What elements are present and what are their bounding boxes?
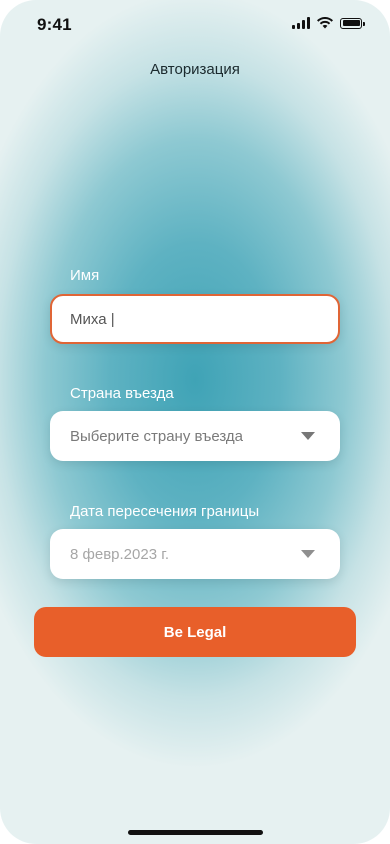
status-icons [292,17,365,29]
name-label: Имя [70,267,100,284]
be-legal-button[interactable]: Be Legal [34,607,356,657]
name-input[interactable]: Миха | [50,294,340,344]
screen: 9:41 Авторизация Имя Миха | Страна въезд… [0,0,390,844]
wifi-icon [317,17,333,29]
date-select[interactable]: 8 февр.2023 г. [50,529,340,579]
date-label: Дата пересечения границы [70,503,260,520]
status-bar: 9:41 [0,0,390,50]
date-select-value: 8 февр.2023 г. [70,545,170,563]
status-time: 9:41 [37,15,72,34]
page-title: Авторизация [150,61,240,78]
chevron-down-icon [301,550,315,558]
chevron-down-icon [301,432,315,440]
cellular-signal-icon [292,17,310,29]
country-select-placeholder: Выберите страну въезда [70,427,243,445]
country-label: Страна въезда [70,385,174,402]
country-select[interactable]: Выберите страну въезда [50,411,340,461]
name-input-value: Миха | [70,310,115,328]
home-indicator[interactable] [128,830,263,835]
battery-icon [340,17,365,29]
